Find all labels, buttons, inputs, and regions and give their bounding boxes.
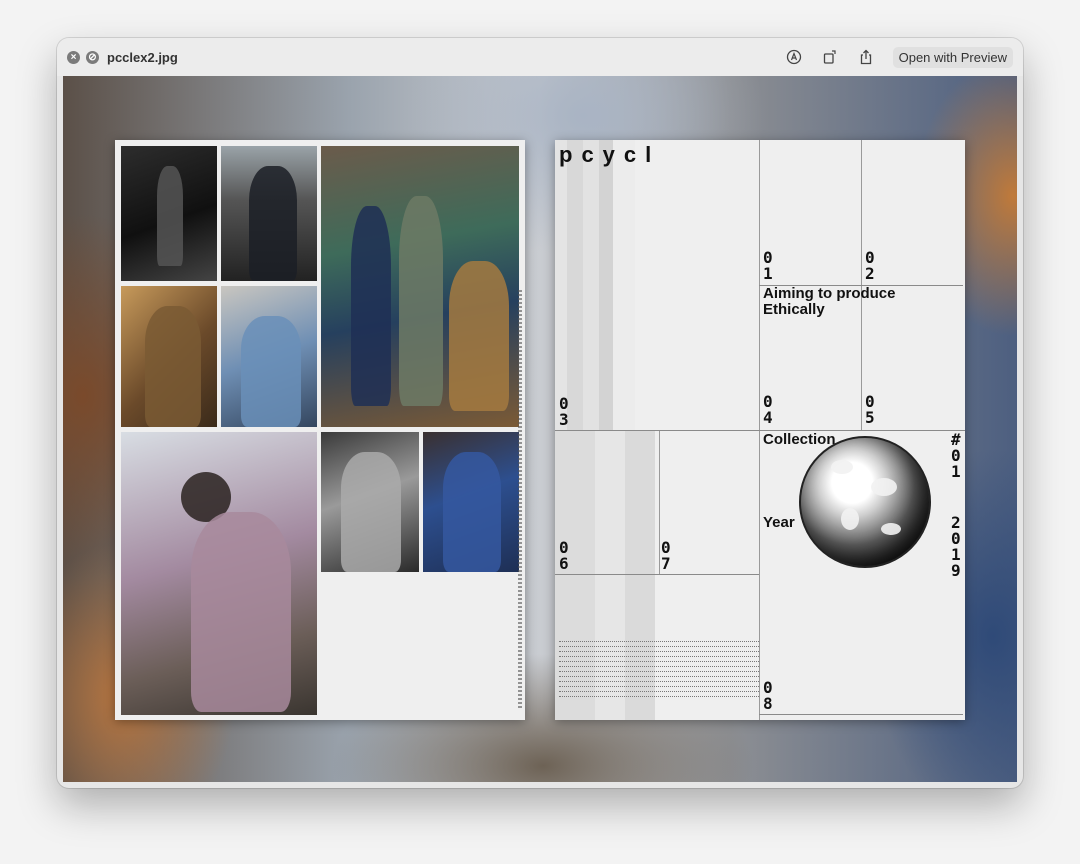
number-07: 0 7 [661, 538, 671, 573]
toolbar: Open with Preview [785, 46, 1013, 68]
rotate-icon[interactable] [821, 48, 839, 66]
brand-logo: pcycl [559, 142, 661, 167]
number-02: 0 2 [865, 248, 875, 283]
share-icon[interactable] [857, 48, 875, 66]
year-label: Year [763, 514, 795, 531]
aiming-text: Aiming to produce Ethically [763, 285, 896, 318]
image-preview: pcycl 0 1 0 2 Aiming to produce Ethicall… [63, 76, 1017, 782]
quicklook-window: × ⊘ pcclex2.jpg Open with Preview pcycl … [57, 38, 1023, 788]
photo-6 [321, 432, 419, 572]
collection-label: Collection [763, 431, 836, 448]
number-05: 0 5 [865, 392, 875, 427]
number-03: 0 3 [559, 394, 569, 429]
grid-line [555, 430, 965, 431]
open-with-preview-button[interactable]: Open with Preview [892, 46, 1013, 68]
collection-number: # 0 1 [951, 430, 961, 481]
photo-4 [221, 286, 317, 427]
grid-line [759, 714, 963, 715]
photo-3 [121, 286, 217, 427]
right-page-typography: pcycl 0 1 0 2 Aiming to produce Ethicall… [555, 140, 965, 720]
vertical-fine-print [518, 290, 522, 710]
fine-print-credits [559, 638, 759, 698]
photo-7 [423, 432, 519, 572]
close-icon[interactable]: × [67, 50, 80, 64]
photo-group [321, 146, 519, 427]
markup-icon[interactable] [785, 48, 803, 66]
hide-icon[interactable]: ⊘ [86, 50, 99, 64]
window-title: pcclex2.jpg [107, 49, 178, 65]
photo-5 [121, 432, 317, 715]
number-04: 0 4 [763, 392, 773, 427]
title-bar: × ⊘ pcclex2.jpg Open with Preview [57, 38, 1023, 76]
number-01: 0 1 [763, 248, 773, 283]
grid-line [659, 430, 660, 574]
left-page-collage [115, 140, 525, 720]
photo-1 [121, 146, 217, 281]
photo-2 [221, 146, 317, 281]
number-06: 0 6 [559, 538, 569, 573]
number-08: 0 8 [763, 678, 773, 713]
grid-line [555, 574, 759, 575]
earth-globe-illustration [799, 436, 931, 568]
year-value: 2 0 1 9 [951, 513, 961, 580]
